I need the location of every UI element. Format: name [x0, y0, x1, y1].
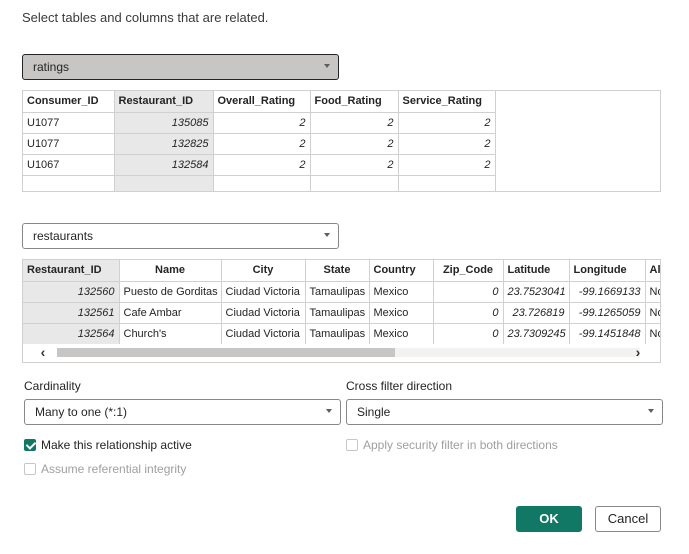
table1-col-overall-rating[interactable]: Overall_Rating: [213, 91, 311, 113]
scrollbar-thumb[interactable]: [57, 348, 395, 357]
table1-col-consumer-id[interactable]: Consumer_ID: [23, 91, 115, 113]
table-cell: -99.1451848: [569, 323, 646, 345]
table-cell: U1067: [23, 154, 115, 176]
table1-header-row: Consumer_ID Restaurant_ID Overall_Rating…: [23, 91, 496, 113]
table2-col-restaurant-id[interactable]: Restaurant_ID: [23, 260, 120, 282]
table2-col-longitude[interactable]: Longitude: [569, 260, 646, 282]
table-row: U1067 132584 2 2 2: [23, 154, 496, 176]
table2-preview: Restaurant_ID Name City State Country Zi…: [22, 259, 661, 363]
table-cell: 0: [433, 323, 504, 345]
chevron-down-icon: [324, 233, 330, 237]
table-cell: Tamaulipas: [305, 281, 370, 303]
table-row: 132564 Church's Ciudad Victoria Tamaulip…: [23, 323, 660, 345]
table-cell: No: [645, 323, 660, 345]
make-active-label: Make this relationship active: [41, 438, 192, 452]
table2-col-zip-code[interactable]: Zip_Code: [433, 260, 504, 282]
table-cell: Mexico: [369, 302, 434, 324]
dialog-instructions: Select tables and columns that are relat…: [22, 10, 269, 25]
table1-select[interactable]: ratings: [22, 54, 339, 80]
table-cell: U1077: [23, 112, 115, 134]
table1-select-value: ratings: [33, 60, 70, 74]
cardinality-select[interactable]: Many to one (*:1): [24, 399, 341, 425]
table-cell: Tamaulipas: [305, 323, 370, 345]
table2-col-name[interactable]: Name: [119, 260, 222, 282]
checkbox-checked-icon[interactable]: [24, 439, 36, 451]
table1-grid: Consumer_ID Restaurant_ID Overall_Rating…: [23, 91, 496, 191]
table1-col-restaurant-id[interactable]: Restaurant_ID: [114, 91, 214, 113]
checkbox-icon: [24, 463, 36, 475]
table-cell: 132825: [114, 133, 214, 155]
table-cell: Ciudad Victoria: [221, 323, 306, 345]
table-row-empty: [23, 175, 496, 191]
cardinality-label: Cardinality: [24, 379, 81, 393]
table-cell: Cafe Ambar: [119, 302, 222, 324]
table-cell: Ciudad Victoria: [221, 302, 306, 324]
table-cell: 2: [398, 154, 496, 176]
table-cell: 2: [213, 133, 311, 155]
chevron-down-icon: [648, 409, 654, 413]
table-cell: 2: [310, 133, 399, 155]
table-row: U1077 132825 2 2 2: [23, 133, 496, 155]
table-cell: 0: [433, 302, 504, 324]
table-cell: Tamaulipas: [305, 302, 370, 324]
table-cell: Mexico: [369, 281, 434, 303]
table-cell: Puesto de Gorditas: [119, 281, 222, 303]
table-cell: 132564: [23, 323, 120, 345]
table-cell: No: [645, 302, 660, 324]
table1-preview: Consumer_ID Restaurant_ID Overall_Rating…: [22, 90, 661, 192]
table-cell: 2: [398, 133, 496, 155]
cardinality-value: Many to one (*:1): [35, 405, 128, 419]
table-cell: 135085: [114, 112, 214, 134]
table2-col-state[interactable]: State: [305, 260, 370, 282]
table-cell: 0: [433, 281, 504, 303]
table-cell: 2: [213, 154, 311, 176]
table2-select-value: restaurants: [33, 229, 94, 243]
table-cell: 132584: [114, 154, 214, 176]
cross-filter-label: Cross filter direction: [346, 379, 453, 393]
table-cell: 132561: [23, 302, 120, 324]
table-row: 132560 Puesto de Gorditas Ciudad Victori…: [23, 281, 660, 303]
security-filter-checkbox: Apply security filter in both directions: [346, 438, 558, 452]
table-cell: 23.726819: [503, 302, 570, 324]
table-row: 132561 Cafe Ambar Ciudad Victoria Tamaul…: [23, 302, 660, 324]
scroll-left-icon[interactable]: ‹: [35, 344, 51, 360]
make-active-checkbox[interactable]: Make this relationship active: [24, 438, 192, 452]
table-cell: 132560: [23, 281, 120, 303]
table2-header-row: Restaurant_ID Name City State Country Zi…: [23, 260, 660, 282]
table-cell: -99.1265059: [569, 302, 646, 324]
table-cell: 2: [398, 112, 496, 134]
table2-col-al[interactable]: Al: [645, 260, 660, 282]
cross-filter-value: Single: [357, 405, 391, 419]
table-cell: Church's: [119, 323, 222, 345]
table2-col-latitude[interactable]: Latitude: [503, 260, 570, 282]
cross-filter-select[interactable]: Single: [346, 399, 663, 425]
table2-select[interactable]: restaurants: [22, 223, 339, 249]
referential-integrity-checkbox: Assume referential integrity: [24, 462, 186, 476]
table-cell: No: [645, 281, 660, 303]
table-row: U1077 135085 2 2 2: [23, 112, 496, 134]
table-cell: Mexico: [369, 323, 434, 345]
table1-col-food-rating[interactable]: Food_Rating: [310, 91, 399, 113]
table2-col-city[interactable]: City: [221, 260, 306, 282]
table-cell: 23.7309245: [503, 323, 570, 345]
ok-button[interactable]: OK: [516, 506, 582, 532]
table2-grid: Restaurant_ID Name City State Country Zi…: [23, 260, 660, 345]
table-cell: 2: [213, 112, 311, 134]
cancel-button[interactable]: Cancel: [595, 506, 661, 532]
table-cell: -99.1669133: [569, 281, 646, 303]
referential-integrity-label: Assume referential integrity: [41, 462, 187, 476]
table2-col-country[interactable]: Country: [369, 260, 434, 282]
chevron-down-icon: [324, 64, 330, 68]
chevron-down-icon: [326, 409, 332, 413]
table-cell: 2: [310, 112, 399, 134]
checkbox-icon: [346, 439, 358, 451]
table-cell: U1077: [23, 133, 115, 155]
security-filter-label: Apply security filter in both directions: [363, 438, 558, 452]
horizontal-scrollbar[interactable]: ‹ ›: [23, 344, 660, 360]
table-cell: 2: [310, 154, 399, 176]
table-cell: 23.7523041: [503, 281, 570, 303]
scroll-right-icon[interactable]: ›: [630, 344, 646, 360]
table-cell: Ciudad Victoria: [221, 281, 306, 303]
table1-col-service-rating[interactable]: Service_Rating: [398, 91, 496, 113]
